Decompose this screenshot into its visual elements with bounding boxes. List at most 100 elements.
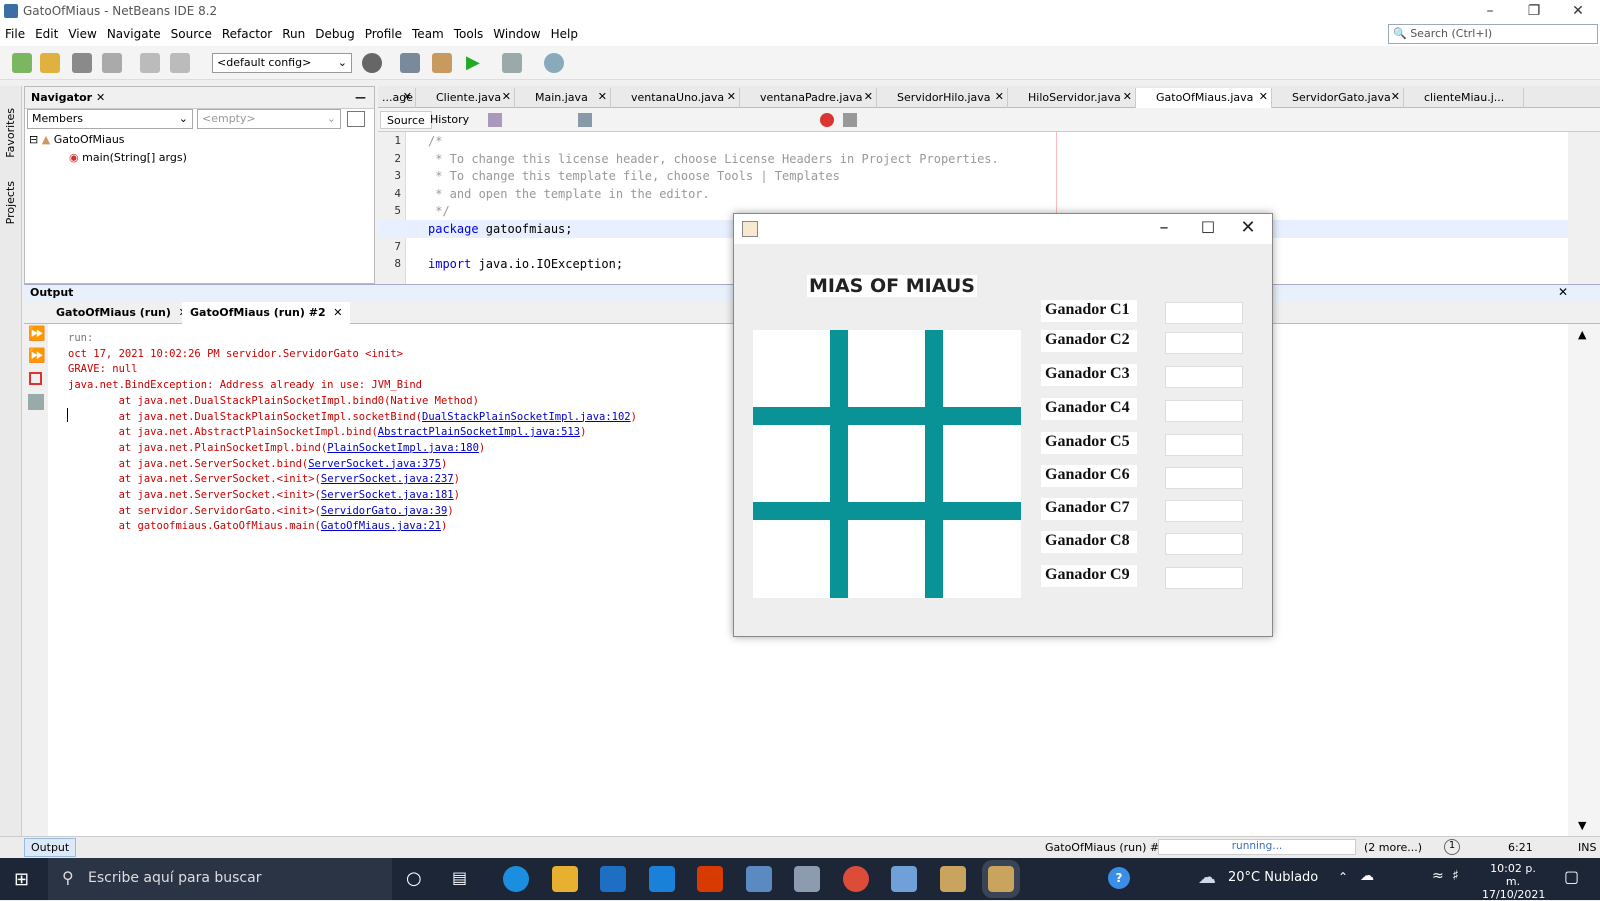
maximize-button[interactable]: □ (1188, 217, 1228, 235)
stacktrace-link[interactable]: ServerSocket.java:181 (321, 489, 454, 501)
menu-source[interactable]: Source (166, 24, 217, 41)
menu-navigate[interactable]: Navigate (102, 24, 166, 41)
editor-tab[interactable]: ventanaUno.java ✕ (611, 88, 740, 108)
scroll-down-icon[interactable]: ▼ (1578, 819, 1586, 832)
stacktrace-link[interactable]: ServidorGato.java:39 (321, 505, 447, 517)
menu-refactor[interactable]: Refactor (217, 24, 277, 41)
stacktrace-link[interactable]: DualStackPlainSocketImpl.java:102 (422, 411, 631, 423)
java-running-icon[interactable] (982, 860, 1020, 898)
search-input[interactable]: 🔍 Search (Ctrl+I) (1388, 24, 1598, 44)
weather-text[interactable]: 20°C Nublado (1228, 870, 1318, 885)
menu-file[interactable]: File (0, 24, 30, 41)
winner-field[interactable] (1165, 332, 1243, 354)
editor-tab[interactable]: ...age ✕ (378, 88, 416, 108)
java-icon[interactable] (940, 866, 966, 892)
edge-icon[interactable] (503, 866, 529, 892)
debug-icon[interactable] (502, 53, 522, 73)
tic-tac-toe-board[interactable] (753, 330, 1021, 598)
menu-run[interactable]: Run (277, 24, 310, 41)
editor-tab[interactable]: GatoOfMiaus.java ✕ (1136, 88, 1272, 108)
settings-icon[interactable] (28, 394, 44, 410)
close-icon[interactable]: ✕ (1391, 90, 1400, 103)
output-tab-run-2[interactable]: GatoOfMiaus (run) #2 ✕ (182, 302, 351, 324)
new-project-icon[interactable] (40, 53, 60, 73)
help-icon[interactable]: ? (1108, 867, 1130, 889)
globe-icon[interactable] (362, 53, 382, 73)
close-icon[interactable]: ✕ (727, 90, 736, 103)
close-icon[interactable]: ✕ (1259, 90, 1268, 103)
undo-icon[interactable] (140, 53, 160, 73)
history-tab[interactable]: History (424, 111, 475, 129)
mail-icon[interactable] (649, 866, 675, 892)
close-button[interactable]: ✕ (1228, 217, 1268, 238)
run-icon[interactable]: ▶ (466, 53, 486, 73)
stacktrace-link[interactable]: ServerSocket.java:375 (308, 458, 441, 470)
config-select[interactable]: <default config> ⌄ (212, 53, 352, 73)
winner-field[interactable] (1165, 366, 1243, 388)
new-file-icon[interactable] (12, 53, 32, 73)
close-button[interactable]: ✕ (1556, 0, 1600, 24)
menu-view[interactable]: View (63, 24, 101, 41)
clean-build-icon[interactable] (432, 53, 452, 73)
winner-field[interactable] (1165, 434, 1243, 456)
restore-button[interactable]: ❐ (1512, 0, 1556, 24)
winner-field[interactable] (1165, 400, 1243, 422)
close-icon[interactable]: ✕ (598, 90, 607, 103)
stacktrace-link[interactable]: AbstractPlainSocketImpl.java:513 (378, 426, 580, 438)
editor-tab[interactable]: ServidorHilo.java ✕ (877, 88, 1008, 108)
menu-team[interactable]: Team (407, 24, 449, 41)
editor-tab[interactable]: clienteMiau.j... (1404, 88, 1524, 108)
close-icon[interactable]: ✕ (333, 306, 342, 319)
open-project-icon[interactable] (72, 53, 92, 73)
rerun-icon[interactable]: ⏩ (28, 326, 45, 342)
rerun-config-icon[interactable]: ⏩ (28, 348, 45, 364)
stacktrace-link[interactable]: GatoOfMiaus.java:21 (321, 520, 441, 532)
notifications-icon[interactable]: ▢ (1564, 867, 1579, 886)
windows-start-icon[interactable]: ⊞ (14, 869, 29, 890)
tree-root[interactable]: ⊟ ▲ GatoOfMiaus (29, 133, 125, 146)
record-macro-icon[interactable] (820, 113, 834, 127)
minimize-button[interactable]: – (1468, 0, 1512, 24)
editor-tab[interactable]: ventanaPadre.java ✕ (740, 88, 877, 108)
stop-icon[interactable] (29, 372, 42, 385)
office-icon[interactable] (697, 866, 723, 892)
back-icon[interactable] (488, 113, 502, 127)
projects-tab[interactable]: Projects (4, 181, 17, 224)
tree-item-main[interactable]: ◉ main(String[] args) (69, 151, 187, 164)
taskbar-search[interactable]: ⚲ Escribe aquí para buscar (48, 858, 392, 900)
virtualbox-icon[interactable] (794, 866, 820, 892)
stacktrace-link[interactable]: ServerSocket.java:237 (321, 473, 454, 485)
empty-select[interactable]: <empty> ⌄ (197, 109, 341, 129)
editor-tab[interactable]: ServidorGato.java ✕ (1272, 88, 1404, 108)
close-icon[interactable]: ✕ (864, 90, 873, 103)
collapse-icon[interactable]: ⊟ (29, 133, 38, 146)
editor-tab[interactable]: Cliente.java ✕ (416, 88, 515, 108)
tray-chevron-icon[interactable]: ⌃ (1338, 870, 1348, 884)
output-tab-run[interactable]: GatoOfMiaus (run) ✕ (48, 302, 196, 324)
minimize-panel-icon[interactable]: — (355, 91, 366, 104)
minimize-button[interactable]: – (1144, 217, 1184, 238)
winner-field[interactable] (1165, 567, 1243, 589)
close-icon[interactable]: ✕ (995, 90, 1004, 103)
remote-desktop-icon[interactable] (746, 866, 772, 892)
volume-icon[interactable]: ♯ (1452, 868, 1459, 884)
close-icon[interactable]: ✕ (96, 91, 105, 104)
close-icon[interactable]: ✕ (1558, 285, 1568, 299)
more-processes[interactable]: (2 more...) (1364, 841, 1422, 854)
cortana-icon[interactable]: ○ (406, 868, 422, 889)
winner-field[interactable] (1165, 302, 1243, 324)
close-icon[interactable]: ✕ (403, 90, 412, 103)
task-view-icon[interactable]: ▤ (452, 868, 467, 887)
winner-field[interactable] (1165, 467, 1243, 489)
menu-debug[interactable]: Debug (310, 24, 359, 41)
notification-badge[interactable]: 1 (1444, 839, 1460, 855)
filter-options-icon[interactable] (347, 111, 365, 127)
close-icon[interactable]: ✕ (1123, 90, 1132, 103)
menu-profile[interactable]: Profile (360, 24, 407, 41)
clock[interactable]: 10:02 p. m. 17/10/2021 (1482, 862, 1545, 901)
close-icon[interactable]: ✕ (502, 90, 511, 103)
favorites-tab[interactable]: Favorites (4, 108, 17, 158)
scroll-up-icon[interactable]: ▲ (1578, 328, 1586, 341)
cube-app-icon[interactable] (891, 866, 917, 892)
members-select[interactable]: Members ⌄ (27, 109, 193, 129)
